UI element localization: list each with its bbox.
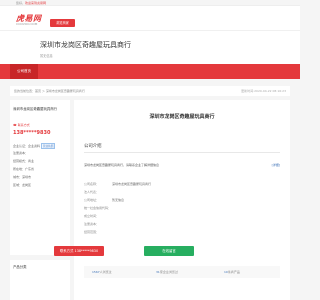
- company-title-bar: 深圳市龙岗区奇趣屋玩具商行 暂无信息: [0, 30, 300, 64]
- info-row-legal: 法人代表：: [84, 190, 100, 194]
- sidebar-phone[interactable]: 138*****9830: [13, 130, 50, 136]
- divider: [84, 152, 280, 153]
- company-name-heading: 深圳市龙岗区奇趣屋玩具商行: [40, 41, 131, 49]
- detail-link[interactable]: [详细]: [272, 163, 280, 167]
- stat-companies: 31家企业浏览过: [156, 270, 178, 274]
- online-message-button[interactable]: 在线留言: [144, 246, 194, 256]
- sidebar-row-location: 所在地：广东省: [13, 167, 35, 171]
- intro-heading: 公司介绍: [84, 144, 102, 149]
- sidebar-row-district: 区域：龙岗区: [13, 183, 32, 187]
- logo-text: 虎易网: [16, 13, 42, 23]
- sidebar-row-cert: 企业认证：企业资料 营业执照: [13, 143, 56, 149]
- sidebar: 深圳市龙岗区奇趣屋玩具商行 ☎ 联系方式 138*****9830 企业认证：企…: [10, 100, 70, 300]
- sidebar-row-mode: 经营模式：商业: [13, 159, 35, 163]
- stat-views: 1567人浏览过: [92, 270, 112, 274]
- welcome-text: 您好，欢迎来到虎易网: [16, 1, 47, 5]
- breadcrumb-row: 您的当前位置：首页 ＞ 深圳市龙岗区奇趣屋玩具商行 更新时间:2020-04-2…: [10, 86, 290, 96]
- info-row-capital: 注册资本：: [84, 222, 100, 226]
- header: 虎易网 COOVOO.COM 浏览商家: [0, 6, 300, 30]
- site-logo[interactable]: 虎易网 COOVOO.COM: [16, 14, 46, 28]
- info-row-name: 公司名称： 深圳市龙岗区奇趣屋玩具商行: [84, 182, 152, 186]
- intro-description: 深圳市龙岗区奇趣屋玩具商行，请联系企业了解详细信息: [84, 163, 160, 167]
- stat-products: 10条商产品: [224, 270, 240, 274]
- contact-label: ☎ 联系方式: [13, 123, 30, 127]
- stats-row: 1567人浏览过 31家企业浏览过 10条商产品: [84, 266, 280, 278]
- info-row-address: 公司地址： 暂无信息: [84, 198, 125, 202]
- product-categories: 产品分类: [10, 260, 70, 300]
- info-row-scope: 经营范围：: [84, 230, 100, 234]
- sidebar-row-capital: 注册资本：: [13, 151, 29, 155]
- breadcrumb: 您的当前位置：首页 ＞ 深圳市龙岗区奇趣屋玩具商行: [14, 89, 85, 93]
- company-nav: 公司首页: [0, 64, 300, 79]
- update-time: 更新时间:2020-04-22 08:16:23: [241, 89, 286, 93]
- main-company-title: 深圳市龙岗区奇趣屋玩具商行: [149, 114, 215, 120]
- product-categories-title: 产品分类: [13, 265, 27, 269]
- company-subtitle: 暂无信息: [40, 54, 53, 58]
- contact-phone-button[interactable]: 联系方式 138*****9830: [54, 246, 104, 256]
- nav-item-home[interactable]: 公司首页: [10, 64, 38, 79]
- info-row-credit-code: 统一社会信用代码：: [84, 206, 112, 210]
- welcome-link[interactable]: 欢迎来到虎易网: [25, 1, 46, 5]
- sidebar-company-card: 深圳市龙岗区奇趣屋玩具商行 ☎ 联系方式 138*****9830 企业认证：企…: [10, 100, 70, 255]
- info-row-founded: 成立时间：: [84, 214, 100, 218]
- browse-merchants-button[interactable]: 浏览商家: [50, 19, 75, 27]
- sidebar-company-name: 深圳市龙岗区奇趣屋玩具商行: [13, 107, 58, 111]
- sidebar-row-city: 城市：深圳市: [13, 175, 32, 179]
- license-badge[interactable]: 营业执照: [41, 143, 56, 149]
